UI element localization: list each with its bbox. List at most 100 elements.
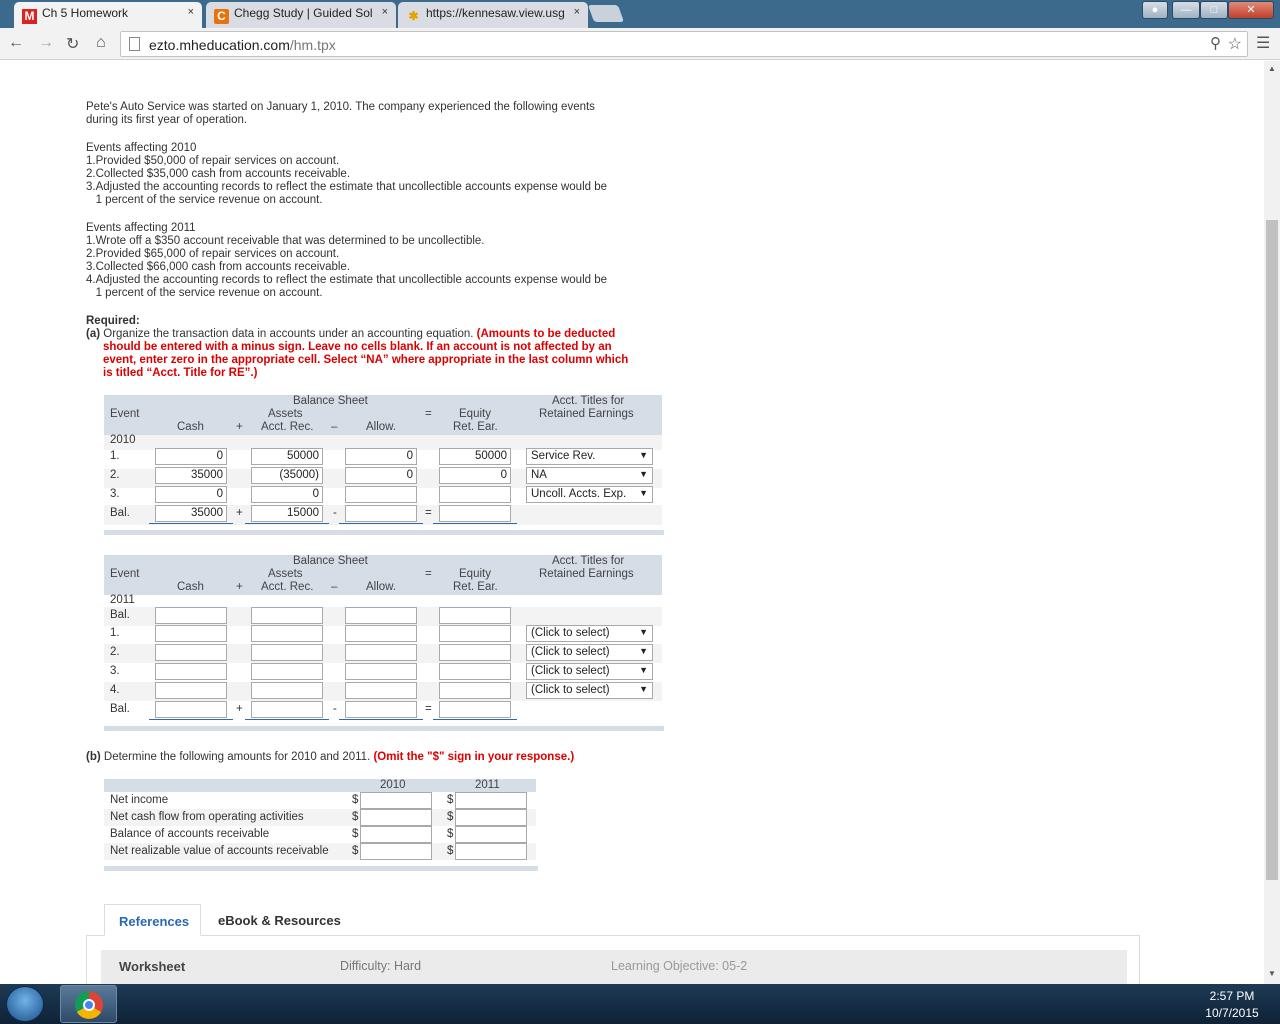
allow-balance-input[interactable] — [345, 701, 417, 718]
acct-rec-input[interactable] — [251, 682, 323, 699]
cash-input[interactable] — [155, 663, 227, 680]
ret-ear-input[interactable]: 50000 — [439, 448, 511, 465]
ret-ear-input[interactable] — [439, 607, 511, 624]
acct-rec-input[interactable] — [251, 644, 323, 661]
bookmark-star-icon[interactable]: ☆ — [1228, 34, 1242, 54]
acct-rec-input[interactable] — [251, 607, 323, 624]
menu-hamburger-icon[interactable]: ☰ — [1256, 33, 1270, 53]
ret-ear-input[interactable] — [439, 625, 511, 642]
tab-kennesaw-view[interactable]: ✱ https://kennesaw.view.usg × — [398, 2, 588, 28]
allow-input[interactable] — [345, 644, 417, 661]
allow-input[interactable]: 0 — [345, 467, 417, 484]
select-value: (Click to select) — [531, 684, 610, 696]
forward-arrow-icon[interactable]: → — [38, 34, 54, 52]
cash-input[interactable]: 35000 — [155, 467, 227, 484]
ret-ear-input[interactable] — [439, 486, 511, 503]
header-ret-ear: Ret. Ear. — [453, 421, 498, 433]
acct-title-select[interactable]: (Click to select) ▼ — [526, 663, 653, 680]
net-income-2011-input[interactable] — [455, 792, 527, 809]
cash-balance-input[interactable]: 35000 — [155, 505, 227, 522]
vertical-scrollbar[interactable]: ▲ ▼ — [1264, 61, 1280, 984]
acct-rec-input[interactable]: (35000) — [251, 467, 323, 484]
acct-title-select[interactable]: NA ▼ — [526, 467, 653, 484]
net-cash-flow-2010-input[interactable] — [360, 809, 432, 826]
nrv-2011-input[interactable] — [455, 843, 527, 860]
page-content: Pete's Auto Service was started on Janua… — [0, 61, 1264, 984]
acct-rec-input[interactable] — [251, 625, 323, 642]
acct-rec-balance-input[interactable] — [251, 701, 323, 718]
zoom-search-icon[interactable]: ⚲ — [1210, 34, 1221, 52]
select-value: NA — [531, 469, 547, 481]
allow-balance-input[interactable] — [345, 505, 417, 522]
back-arrow-icon[interactable]: ← — [8, 34, 24, 52]
cash-input[interactable] — [155, 644, 227, 661]
system-clock[interactable]: 2:57 PM 10/7/2015 — [1200, 989, 1264, 1020]
header-plus: + — [236, 581, 243, 593]
allow-input[interactable] — [345, 682, 417, 699]
net-income-2010-input[interactable] — [360, 792, 432, 809]
acct-title-select[interactable]: (Click to select) ▼ — [526, 625, 653, 642]
allow-input[interactable]: 0 — [345, 448, 417, 465]
user-profile-icon[interactable]: ● — [1142, 1, 1168, 19]
chrome-icon — [75, 991, 103, 1019]
nrv-2010-input[interactable] — [360, 843, 432, 860]
ret-ear-balance-input[interactable] — [439, 701, 511, 718]
ret-ear-input[interactable] — [439, 644, 511, 661]
tab-ebook-resources[interactable]: eBook & Resources — [210, 904, 350, 936]
tab-title: Chegg Study | Guided Sol — [234, 6, 373, 20]
cash-input[interactable] — [155, 625, 227, 642]
header-plus: + — [236, 421, 243, 433]
scroll-down-icon[interactable]: ▼ — [1268, 969, 1276, 978]
close-tab-icon[interactable]: × — [382, 6, 388, 18]
acct-title-select[interactable]: (Click to select) ▼ — [526, 644, 653, 661]
acct-title-select[interactable]: Uncoll. Accts. Exp. ▼ — [526, 486, 653, 503]
cash-balance-input[interactable] — [155, 701, 227, 718]
maximize-button[interactable]: □ — [1200, 1, 1228, 19]
ret-ear-input[interactable]: 0 — [439, 467, 511, 484]
acct-title-select[interactable]: (Click to select) ▼ — [526, 682, 653, 699]
part-a-note: event, enter zero in the appropriate cel… — [103, 354, 629, 366]
minimize-button[interactable]: — — [1172, 1, 1200, 19]
acct-rec-input[interactable] — [251, 663, 323, 680]
acct-rec-input[interactable]: 50000 — [251, 448, 323, 465]
loading-star-favicon-icon: ✱ — [408, 9, 419, 23]
home-icon[interactable]: ⌂ — [96, 34, 106, 52]
allow-input[interactable] — [345, 625, 417, 642]
allow-input[interactable] — [345, 663, 417, 680]
close-tab-icon[interactable]: × — [574, 6, 580, 18]
net-cash-flow-2011-input[interactable] — [455, 809, 527, 826]
event-label: 4. — [110, 684, 120, 696]
start-button-icon[interactable] — [6, 986, 44, 1022]
acct-rec-input[interactable]: 0 — [251, 486, 323, 503]
reload-icon[interactable]: ↻ — [66, 34, 79, 54]
tab-chegg-study[interactable]: C Chegg Study | Guided Sol × — [206, 2, 396, 28]
ar-balance-2010-input[interactable] — [360, 826, 432, 843]
total-underline — [339, 523, 423, 524]
acct-rec-balance-input[interactable]: 15000 — [251, 505, 323, 522]
taskbar-chrome-button[interactable] — [60, 985, 117, 1023]
total-underline — [339, 719, 423, 720]
ar-balance-2011-input[interactable] — [455, 826, 527, 843]
close-window-button[interactable]: ✕ — [1228, 1, 1274, 19]
scrollbar-thumb[interactable] — [1266, 220, 1278, 880]
acct-title-select[interactable]: Service Rev. ▼ — [526, 448, 653, 465]
address-bar[interactable]: ezto.mheducation.com/hm.tpx ⚲ ☆ — [120, 31, 1248, 57]
tab-references[interactable]: References — [104, 904, 201, 936]
event-2010-item: 2.Collected $35,000 cash from accounts r… — [86, 168, 351, 180]
difficulty-label: Difficulty: Hard — [340, 959, 422, 973]
allow-input[interactable] — [345, 607, 417, 624]
select-value: Service Rev. — [531, 450, 596, 462]
close-tab-icon[interactable]: × — [188, 6, 194, 18]
scroll-up-icon[interactable]: ▲ — [1268, 64, 1276, 73]
cash-input[interactable] — [155, 607, 227, 624]
cash-input[interactable] — [155, 682, 227, 699]
tab-ch5-homework[interactable]: M Ch 5 Homework × — [14, 2, 202, 28]
cash-input[interactable]: 0 — [155, 486, 227, 503]
ret-ear-input[interactable] — [439, 663, 511, 680]
ret-ear-input[interactable] — [439, 682, 511, 699]
allow-input[interactable] — [345, 486, 417, 503]
cash-input[interactable]: 0 — [155, 448, 227, 465]
total-underline — [149, 523, 233, 524]
new-tab-button[interactable] — [587, 5, 625, 22]
ret-ear-balance-input[interactable] — [439, 505, 511, 522]
